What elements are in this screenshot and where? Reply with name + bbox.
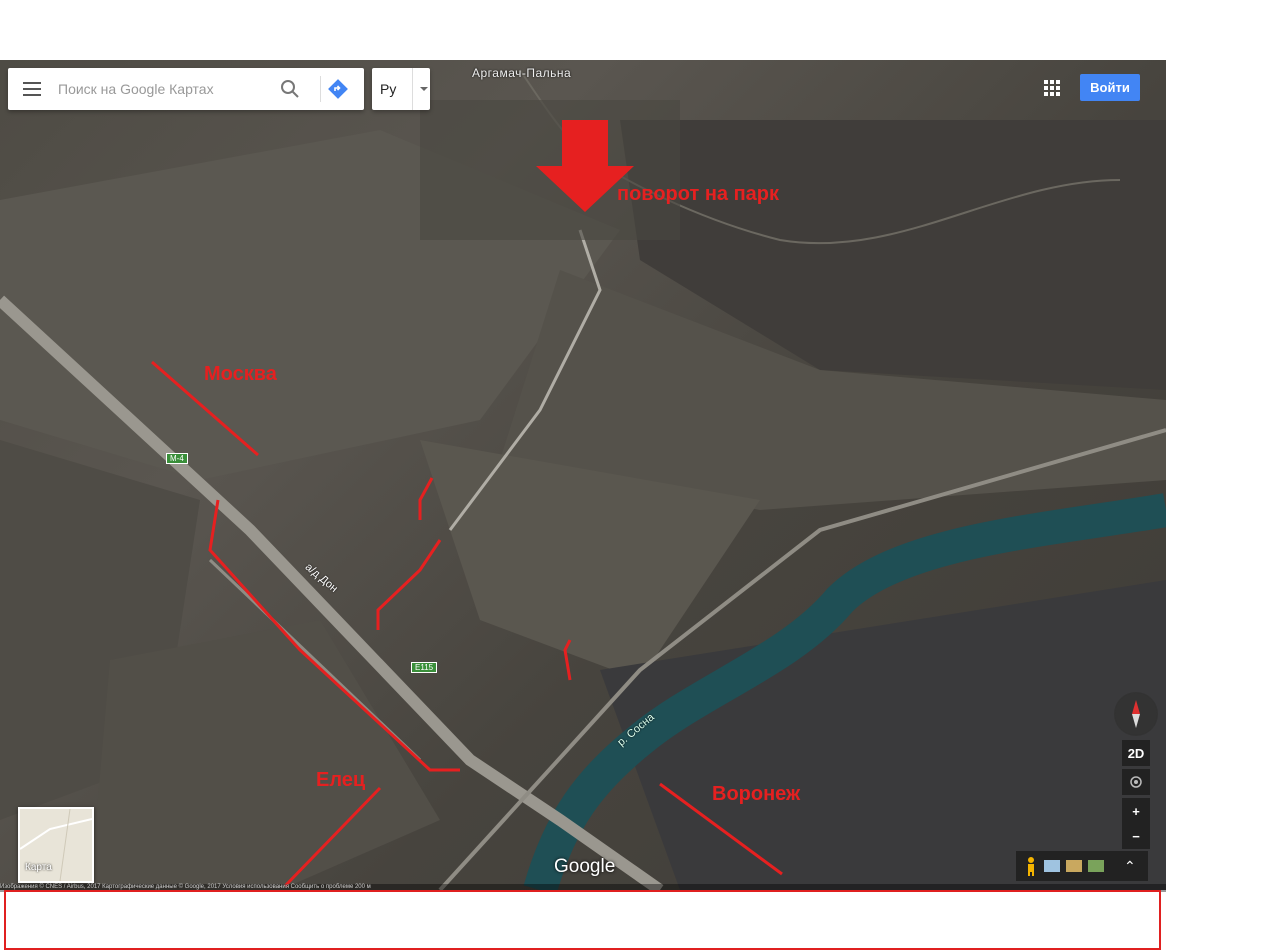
language-select[interactable]: Ру bbox=[372, 68, 430, 110]
search-box bbox=[8, 68, 364, 110]
location-icon bbox=[1130, 776, 1142, 788]
layers-bar: ⌃ bbox=[1016, 851, 1148, 881]
my-location-button[interactable] bbox=[1122, 769, 1150, 795]
zoom-out-button[interactable]: − bbox=[1122, 823, 1150, 849]
apps-grid-icon[interactable] bbox=[1044, 80, 1060, 96]
field bbox=[600, 580, 1166, 890]
directions-icon[interactable] bbox=[328, 79, 348, 99]
annotation-moscow: Москва bbox=[204, 363, 277, 385]
search-input[interactable] bbox=[56, 80, 270, 98]
minimap-label: Карта bbox=[25, 862, 52, 873]
divider bbox=[412, 68, 413, 110]
view-2d-button[interactable]: 2D bbox=[1122, 740, 1150, 766]
google-logo: Google bbox=[554, 856, 616, 877]
field bbox=[90, 620, 440, 890]
expand-icon[interactable]: ⌃ bbox=[1124, 858, 1136, 875]
annotation-yelets: Елец bbox=[316, 769, 366, 791]
language-label: Ру bbox=[380, 81, 397, 97]
pegman-icon[interactable] bbox=[1024, 856, 1038, 876]
divider bbox=[320, 76, 321, 102]
annotation-turn-to-park: поворот на парк bbox=[617, 183, 780, 205]
layer-thumbnail[interactable] bbox=[1044, 860, 1060, 872]
map-canvas[interactable] bbox=[0, 60, 1166, 890]
satellite-imagery bbox=[0, 69, 1166, 890]
chevron-down-icon bbox=[420, 87, 428, 91]
layer-thumbnail[interactable] bbox=[1088, 860, 1104, 872]
menu-icon[interactable] bbox=[8, 68, 56, 110]
login-button[interactable]: Войти bbox=[1080, 74, 1140, 101]
layer-thumbnail[interactable] bbox=[1066, 860, 1082, 872]
red-frame bbox=[4, 890, 1161, 950]
annotation-voronezh: Воронеж bbox=[712, 783, 801, 805]
search-icon[interactable] bbox=[280, 79, 300, 99]
map-type-thumbnail[interactable]: Карта bbox=[18, 807, 94, 883]
compass-icon[interactable] bbox=[1114, 692, 1158, 736]
road-shield-m4: M-4 bbox=[166, 453, 188, 464]
zoom-in-button[interactable]: + bbox=[1122, 798, 1150, 824]
place-label: Аргамач-Пальна bbox=[472, 66, 572, 80]
road-shield-e115: E115 bbox=[411, 662, 438, 673]
